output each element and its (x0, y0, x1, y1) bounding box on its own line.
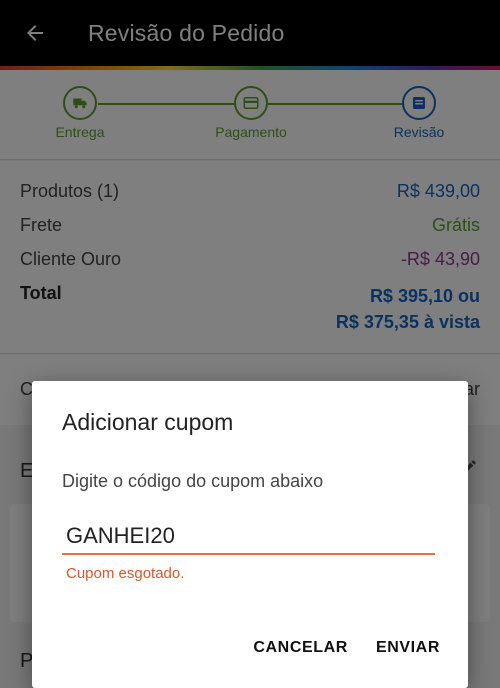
add-coupon-dialog: Adicionar cupom Digite o código do cupom… (32, 381, 468, 688)
dialog-actions: CANCELAR ENVIAR (253, 639, 440, 657)
coupon-error-message: Cupom esgotado. (66, 565, 185, 582)
cancel-button[interactable]: CANCELAR (253, 639, 348, 657)
coupon-code-input[interactable] (62, 519, 435, 555)
dialog-message: Digite o código do cupom abaixo (62, 471, 324, 491)
submit-button[interactable]: ENVIAR (376, 639, 440, 657)
dialog-title: Adicionar cupom (62, 409, 234, 435)
